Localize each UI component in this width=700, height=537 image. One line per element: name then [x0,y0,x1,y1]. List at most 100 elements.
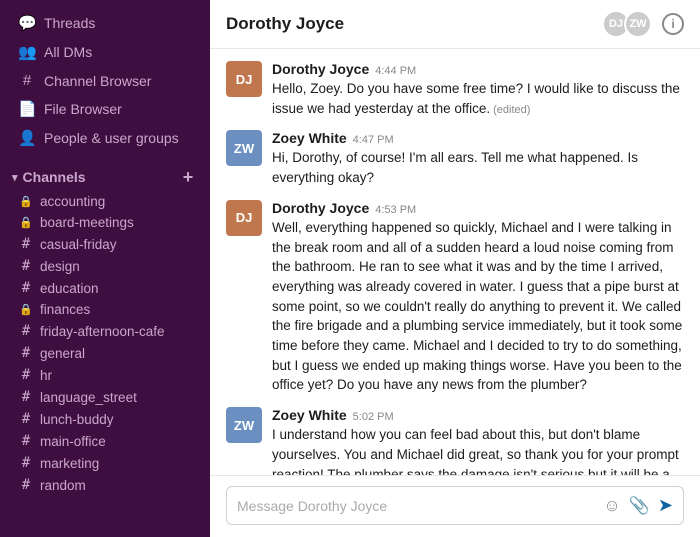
nav-icon-people: 👤 [18,129,36,147]
nav-label-channel-browser: Channel Browser [44,73,151,89]
channel-icon-friday-afternoon-cafe: # [18,323,34,339]
channel-icon-accounting: 🔒 [18,195,34,208]
message-header-msg2: Zoey White 4:47 PM [272,130,684,146]
message-header-msg3: Dorothy Joyce 4:53 PM [272,200,684,216]
channel-item-hr[interactable]: # hr [6,364,204,386]
message-avatar-msg3: DJ [226,200,262,236]
channel-label-finances: finances [40,302,90,317]
channel-item-board-meetings[interactable]: 🔒 board-meetings [6,212,204,233]
channel-icon-main-office: # [18,433,34,449]
nav-label-file-browser: File Browser [44,101,122,117]
channel-item-general[interactable]: #general [6,342,204,364]
sidebar-item-all-dms[interactable]: 👥 All DMs [6,38,204,66]
info-button[interactable]: i [662,13,684,35]
message-input-box: ☺ 📎 ➤ [226,486,684,525]
input-area: ☺ 📎 ➤ [210,475,700,537]
channel-icon-language_street: # [18,389,34,405]
nav-icon-file-browser: 📄 [18,100,36,118]
sidebar: 💬 Threads 👥 All DMs # Channel Browser 📄 File Br… [0,0,210,537]
channel-item-friday-afternoon-cafe[interactable]: #friday-afternoon-cafe [6,320,204,342]
chat-header-actions: DJ ZW i [602,10,684,38]
message-time-msg2: 4:47 PM [353,134,394,146]
channel-icon-design: # [18,258,34,274]
channel-icon-finances: 🔒 [18,303,34,316]
message-sender-msg2: Zoey White [272,130,347,146]
channels-chevron-icon: ▾ [12,171,18,184]
nav-icon-threads: 💬 [18,14,36,32]
chat-title: Dorothy Joyce [226,14,344,34]
message-text-msg1: Hello, Zoey. Do you have some free time?… [272,79,684,118]
message-time-msg4: 5:02 PM [353,411,394,423]
sidebar-item-people[interactable]: 👤 People & user groups [6,124,204,152]
message-time-msg1: 4:44 PM [375,65,416,77]
message-header-msg1: Dorothy Joyce 4:44 PM [272,61,684,77]
message-time-msg3: 4:53 PM [375,204,416,216]
nav-label-all-dms: All DMs [44,44,92,60]
message-content-msg3: Dorothy Joyce 4:53 PM Well, everything h… [272,200,684,395]
emoji-icon[interactable]: ☺ [603,496,620,516]
message-text-msg4: I understand how you can feel bad about … [272,425,684,475]
message-content-msg4: Zoey White 5:02 PM I understand how you … [272,407,684,475]
channel-icon-casual-friday: # [18,236,34,252]
nav-label-threads: Threads [44,15,95,31]
sidebar-item-channel-browser[interactable]: # Channel Browser [6,67,204,94]
message-group: DJ Dorothy Joyce 4:44 PM Hello, Zoey. Do… [226,61,684,118]
channel-item-random[interactable]: # random [6,474,204,496]
channel-label-language_street: language_street [40,390,137,405]
message-text-msg2: Hi, Dorothy, of course! I'm all ears. Te… [272,148,684,187]
channel-icon-education: # [18,280,34,296]
channels-section-header[interactable]: ▾ Channels + [0,159,210,191]
channel-item-language_street[interactable]: # language_street [6,386,204,408]
input-icon-group: ☺ 📎 ➤ [603,495,673,516]
channel-item-marketing[interactable]: #marketing [6,452,204,474]
channel-icon-random: # [18,477,34,493]
messages-area: DJ Dorothy Joyce 4:44 PM Hello, Zoey. Do… [210,49,700,475]
avatar-zw: ZW [624,10,652,38]
channel-label-hr: hr [40,368,52,383]
channel-icon-lunch-buddy: # [18,411,34,427]
message-avatar-msg4: ZW [226,407,262,443]
sidebar-item-file-browser[interactable]: 📄 File Browser [6,95,204,123]
channel-item-education[interactable]: # education [6,277,204,299]
channel-label-casual-friday: casual-friday [40,237,117,252]
channels-section-label: Channels [23,169,86,185]
channel-label-random: random [40,478,86,493]
channel-label-general: general [40,346,85,361]
nav-icon-channel-browser: # [18,72,36,89]
message-avatar-msg1: DJ [226,61,262,97]
channel-item-casual-friday[interactable]: # casual-friday [6,233,204,255]
channel-label-main-office: main-office [40,434,106,449]
channel-icon-board-meetings: 🔒 [18,216,34,229]
chat-main: Dorothy Joyce DJ ZW i DJ Dorothy Joyce 4… [210,0,700,537]
channel-icon-marketing: # [18,455,34,471]
channel-item-lunch-buddy[interactable]: # lunch-buddy [6,408,204,430]
channel-label-design: design [40,259,80,274]
message-sender-msg3: Dorothy Joyce [272,200,369,216]
message-input[interactable] [237,498,595,514]
add-channel-button[interactable]: + [178,167,198,187]
message-group: DJ Dorothy Joyce 4:53 PM Well, everythin… [226,200,684,395]
message-content-msg1: Dorothy Joyce 4:44 PM Hello, Zoey. Do yo… [272,61,684,118]
channel-item-finances[interactable]: 🔒 finances [6,299,204,320]
channel-item-design[interactable]: # design [6,255,204,277]
message-content-msg2: Zoey White 4:47 PM Hi, Dorothy, of cours… [272,130,684,187]
nav-icon-all-dms: 👥 [18,43,36,61]
channel-label-lunch-buddy: lunch-buddy [40,412,114,427]
message-sender-msg4: Zoey White [272,407,347,423]
edited-label: (edited) [493,104,530,116]
message-text-msg3: Well, everything happened so quickly, Mi… [272,218,684,395]
message-avatar-msg2: ZW [226,130,262,166]
channel-label-education: education [40,281,99,296]
message-group: ZW Zoey White 4:47 PM Hi, Dorothy, of co… [226,130,684,187]
send-button[interactable]: ➤ [658,495,673,516]
message-sender-msg1: Dorothy Joyce [272,61,369,77]
message-header-msg4: Zoey White 5:02 PM [272,407,684,423]
attachment-icon[interactable]: 📎 [629,496,650,516]
channel-label-board-meetings: board-meetings [40,215,134,230]
channel-icon-hr: # [18,367,34,383]
channel-item-main-office[interactable]: # main-office [6,430,204,452]
nav-label-people: People & user groups [44,130,179,146]
channel-item-accounting[interactable]: 🔒accounting [6,191,204,212]
chat-header: Dorothy Joyce DJ ZW i [210,0,700,49]
sidebar-item-threads[interactable]: 💬 Threads [6,9,204,37]
